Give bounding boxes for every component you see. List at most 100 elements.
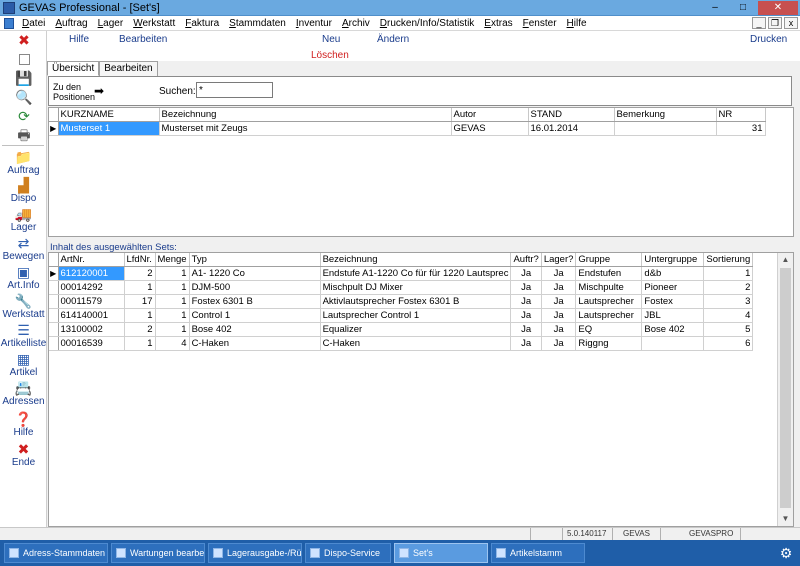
col-lager[interactable]: Lager? [541,253,577,267]
cell-lfdnr[interactable]: 1 [124,280,156,295]
cell-lager[interactable]: Ja [541,280,577,295]
menu-datei[interactable]: Datei [17,18,50,29]
table-row[interactable]: 00011579 17 1 Fostex 6301 B Aktivlautspr… [49,294,754,309]
cell-bezeichnung[interactable]: Musterset mit Zeugs [159,121,452,136]
cell-lfdnr[interactable]: 2 [124,266,156,281]
cell-untergruppe[interactable]: Fostex [641,294,705,309]
cell-sortierung[interactable]: 1 [703,266,754,281]
maximize-button[interactable]: □ [730,1,756,15]
col-lfdnr[interactable]: LfdNr. [124,253,156,267]
cell-lager[interactable]: Ja [541,308,577,323]
close-button[interactable]: ✕ [758,0,798,15]
cell-auftr[interactable]: Ja [510,280,542,295]
cell-sortierung[interactable]: 3 [703,294,754,309]
task-dispo-service[interactable]: Dispo-Service [305,543,391,563]
cell-lager[interactable]: Ja [541,322,577,337]
cell-auftr[interactable]: Ja [510,336,542,351]
col-sortierung[interactable]: Sortierung [703,253,754,267]
scroll-up-icon[interactable]: ▲ [778,253,793,267]
minimize-button[interactable]: – [702,1,728,15]
new-record-icon[interactable] [16,51,32,67]
cell-typ[interactable]: Fostex 6301 B [189,294,321,309]
col-kurzname[interactable]: KURZNAME [58,108,160,122]
scroll-down-icon[interactable]: ▼ [778,512,793,526]
cell-artnr[interactable]: 614140001 [58,308,125,323]
cell-lager[interactable]: Ja [541,294,577,309]
cell-gruppe[interactable]: EQ [575,322,643,337]
cell-artnr[interactable]: 13100002 [58,322,125,337]
cell-kurzname[interactable]: Musterset 1 [58,121,160,136]
cell-typ[interactable]: Bose 402 [189,322,321,337]
col-nr[interactable]: NR [716,108,766,122]
search-icon[interactable]: 🔍 [15,89,32,105]
menu-drucken[interactable]: Drucken/Info/Statistik [375,18,480,29]
cell-menge[interactable]: 1 [155,266,190,281]
cell-sortierung[interactable]: 6 [703,336,754,351]
col-stand[interactable]: STAND [528,108,615,122]
task-lagerausgabe[interactable]: Lagerausgabe-/Rückn... [208,543,302,563]
scroll-thumb[interactable] [780,268,791,508]
col-bemerkung[interactable]: Bemerkung [614,108,717,122]
col-gruppe[interactable]: Gruppe [575,253,643,267]
mdi-minimize-button[interactable]: _ [752,17,766,29]
menu-archiv[interactable]: Archiv [337,18,375,29]
arrow-right-icon[interactable]: ➡ [94,85,104,97]
cell-lager[interactable]: Ja [541,266,577,281]
gear-icon[interactable]: ⚙ [778,545,794,561]
cell-lfdnr[interactable]: 17 [124,294,156,309]
col-bezeichnung[interactable]: Bezeichnung [320,253,512,267]
cell-auftr[interactable]: Ja [510,266,542,281]
cell-lager[interactable]: Ja [541,336,577,351]
document-icon[interactable] [4,17,14,29]
cell-bezeichnung[interactable]: Lautsprecher Control 1 [320,308,512,323]
menu-fenster[interactable]: Fenster [518,18,562,29]
cell-lfdnr[interactable]: 1 [124,308,156,323]
col-autor[interactable]: Autor [451,108,529,122]
cell-bezeichnung[interactable]: C-Haken [320,336,512,351]
new-action[interactable]: Neu [322,34,340,45]
cell-typ[interactable]: Control 1 [189,308,321,323]
delete-action[interactable]: Löschen [311,50,349,61]
nav-artikelliste-button[interactable]: ☰ Artikelliste [0,322,47,349]
menu-werkstatt[interactable]: Werkstatt [128,18,180,29]
nav-lager-button[interactable]: 🚚 Lager [0,206,47,233]
cell-gruppe[interactable]: Riggng [575,336,643,351]
cell-auftr[interactable]: Ja [510,294,542,309]
table-row[interactable]: ▶ Musterset 1 Musterset mit Zeugs GEVAS … [49,121,766,136]
cell-menge[interactable]: 1 [155,280,190,295]
cell-artnr[interactable]: 612120001 [58,266,125,281]
cell-sortierung[interactable]: 2 [703,280,754,295]
cell-gruppe[interactable]: Lautsprecher [575,308,643,323]
menu-stammdaten[interactable]: Stammdaten [224,18,291,29]
table-row[interactable]: 00014292 1 1 DJM-500 Mischpult DJ Mixer … [49,280,754,295]
cell-menge[interactable]: 1 [155,308,190,323]
cell-auftr[interactable]: Ja [510,308,542,323]
cell-gruppe[interactable]: Lautsprecher [575,294,643,309]
nav-auftrag-button[interactable]: 📁 Auftrag [0,149,47,176]
nav-adressen-button[interactable]: 📇 Adressen [0,380,47,407]
cell-typ[interactable]: A1- 1220 Co [189,266,321,281]
col-menge[interactable]: Menge [155,253,190,267]
cell-typ[interactable]: C-Haken [189,336,321,351]
cell-artnr[interactable]: 00011579 [58,294,125,309]
cell-bezeichnung[interactable]: Mischpult DJ Mixer [320,280,512,295]
cell-untergruppe[interactable]: Pioneer [641,280,705,295]
tab-edit[interactable]: Bearbeiten [99,61,158,76]
nav-artinfo-button[interactable]: ▣ Art.Info [0,264,47,291]
cell-untergruppe[interactable]: JBL [641,308,705,323]
change-action[interactable]: Ändern [377,34,409,45]
cell-stand[interactable]: 16.01.2014 [528,121,615,136]
table-row[interactable]: 614140001 1 1 Control 1 Lautsprecher Con… [49,308,754,323]
cell-bezeichnung[interactable]: Aktivlautsprecher Fostex 6301 B [320,294,512,309]
edit-action[interactable]: Bearbeiten [119,34,167,45]
mdi-restore-button[interactable]: ❐ [768,17,782,29]
nav-werkstatt-button[interactable]: 🔧 Werkstatt [0,293,47,320]
col-typ[interactable]: Typ [189,253,321,267]
cell-untergruppe[interactable]: Bose 402 [641,322,705,337]
cell-sortierung[interactable]: 5 [703,322,754,337]
table-row[interactable]: 00016539 1 4 C-Haken C-Haken Ja Ja Riggn… [49,336,754,351]
menu-auftrag[interactable]: Auftrag [50,18,92,29]
nav-dispo-button[interactable]: ▟ Dispo [0,177,47,204]
task-wartungen[interactable]: Wartungen bearbeiten [111,543,205,563]
mdi-close-button[interactable]: x [784,17,798,29]
